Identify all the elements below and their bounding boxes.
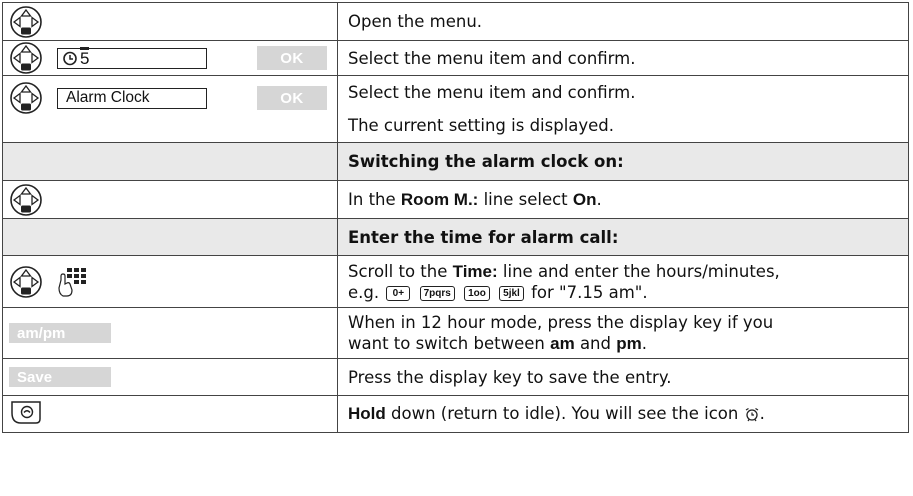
nav-key-icon <box>10 265 42 298</box>
table-row: Scroll to the Time: line and enter the h… <box>2 255 909 308</box>
section-heading: Enter the time for alarm call: <box>348 227 619 247</box>
end-call-key-icon[interactable] <box>9 399 43 425</box>
clock-menu-icon <box>63 51 77 66</box>
table-row: am/pm When in 12 hour mode, press the di… <box>2 307 909 359</box>
alarm-clock-icon <box>745 407 758 422</box>
save-softkey[interactable]: Save <box>9 367 111 388</box>
nav-key-icon <box>10 183 42 216</box>
ok-button[interactable]: OK <box>257 86 327 110</box>
menu-field-value: Alarm Clock <box>66 89 150 106</box>
menu-field: Alarm Clock <box>57 87 207 109</box>
instruction-table: Open the menu. 5 OK Select the menu item… <box>2 2 909 433</box>
nav-key-icon <box>10 5 42 38</box>
row-text: Press the display key to save the entry. <box>348 367 672 387</box>
ok-button[interactable]: OK <box>257 46 327 70</box>
table-row: Hold down (return to idle). You will see… <box>2 395 909 433</box>
row-text: Open the menu. <box>348 12 483 31</box>
row-text: Select the menu item and confirm. <box>348 48 636 68</box>
table-row: Enter the time for alarm call: <box>2 218 909 256</box>
key-7: 7pqrs <box>419 285 455 301</box>
nav-key-icon <box>10 42 42 74</box>
table-row: Save Press the display key to save the e… <box>2 358 909 396</box>
table-row: Switching the alarm clock on: <box>2 142 909 181</box>
key-0: 0+ <box>386 285 411 301</box>
table-row: 5 OK Select the menu item and confirm. <box>2 40 909 76</box>
section-heading: Switching the alarm clock on: <box>348 152 624 171</box>
row-text: Select the menu item and confirm. <box>348 82 636 102</box>
key-5: 5jkl <box>499 285 524 301</box>
menu-field: 5 <box>57 47 207 69</box>
table-row: In the Room M.: line select On. <box>2 180 909 219</box>
key-1: 1oo <box>464 285 490 301</box>
menu-field-value: 5 <box>80 47 90 68</box>
table-row: Open the menu. <box>2 2 909 41</box>
row-text: The current setting is displayed. <box>348 115 615 135</box>
am-pm-softkey[interactable]: am/pm <box>9 323 111 344</box>
keypad-icon <box>58 267 86 297</box>
table-row: Alarm Clock OK Select the menu item and … <box>2 75 909 143</box>
nav-key-icon <box>10 82 42 114</box>
